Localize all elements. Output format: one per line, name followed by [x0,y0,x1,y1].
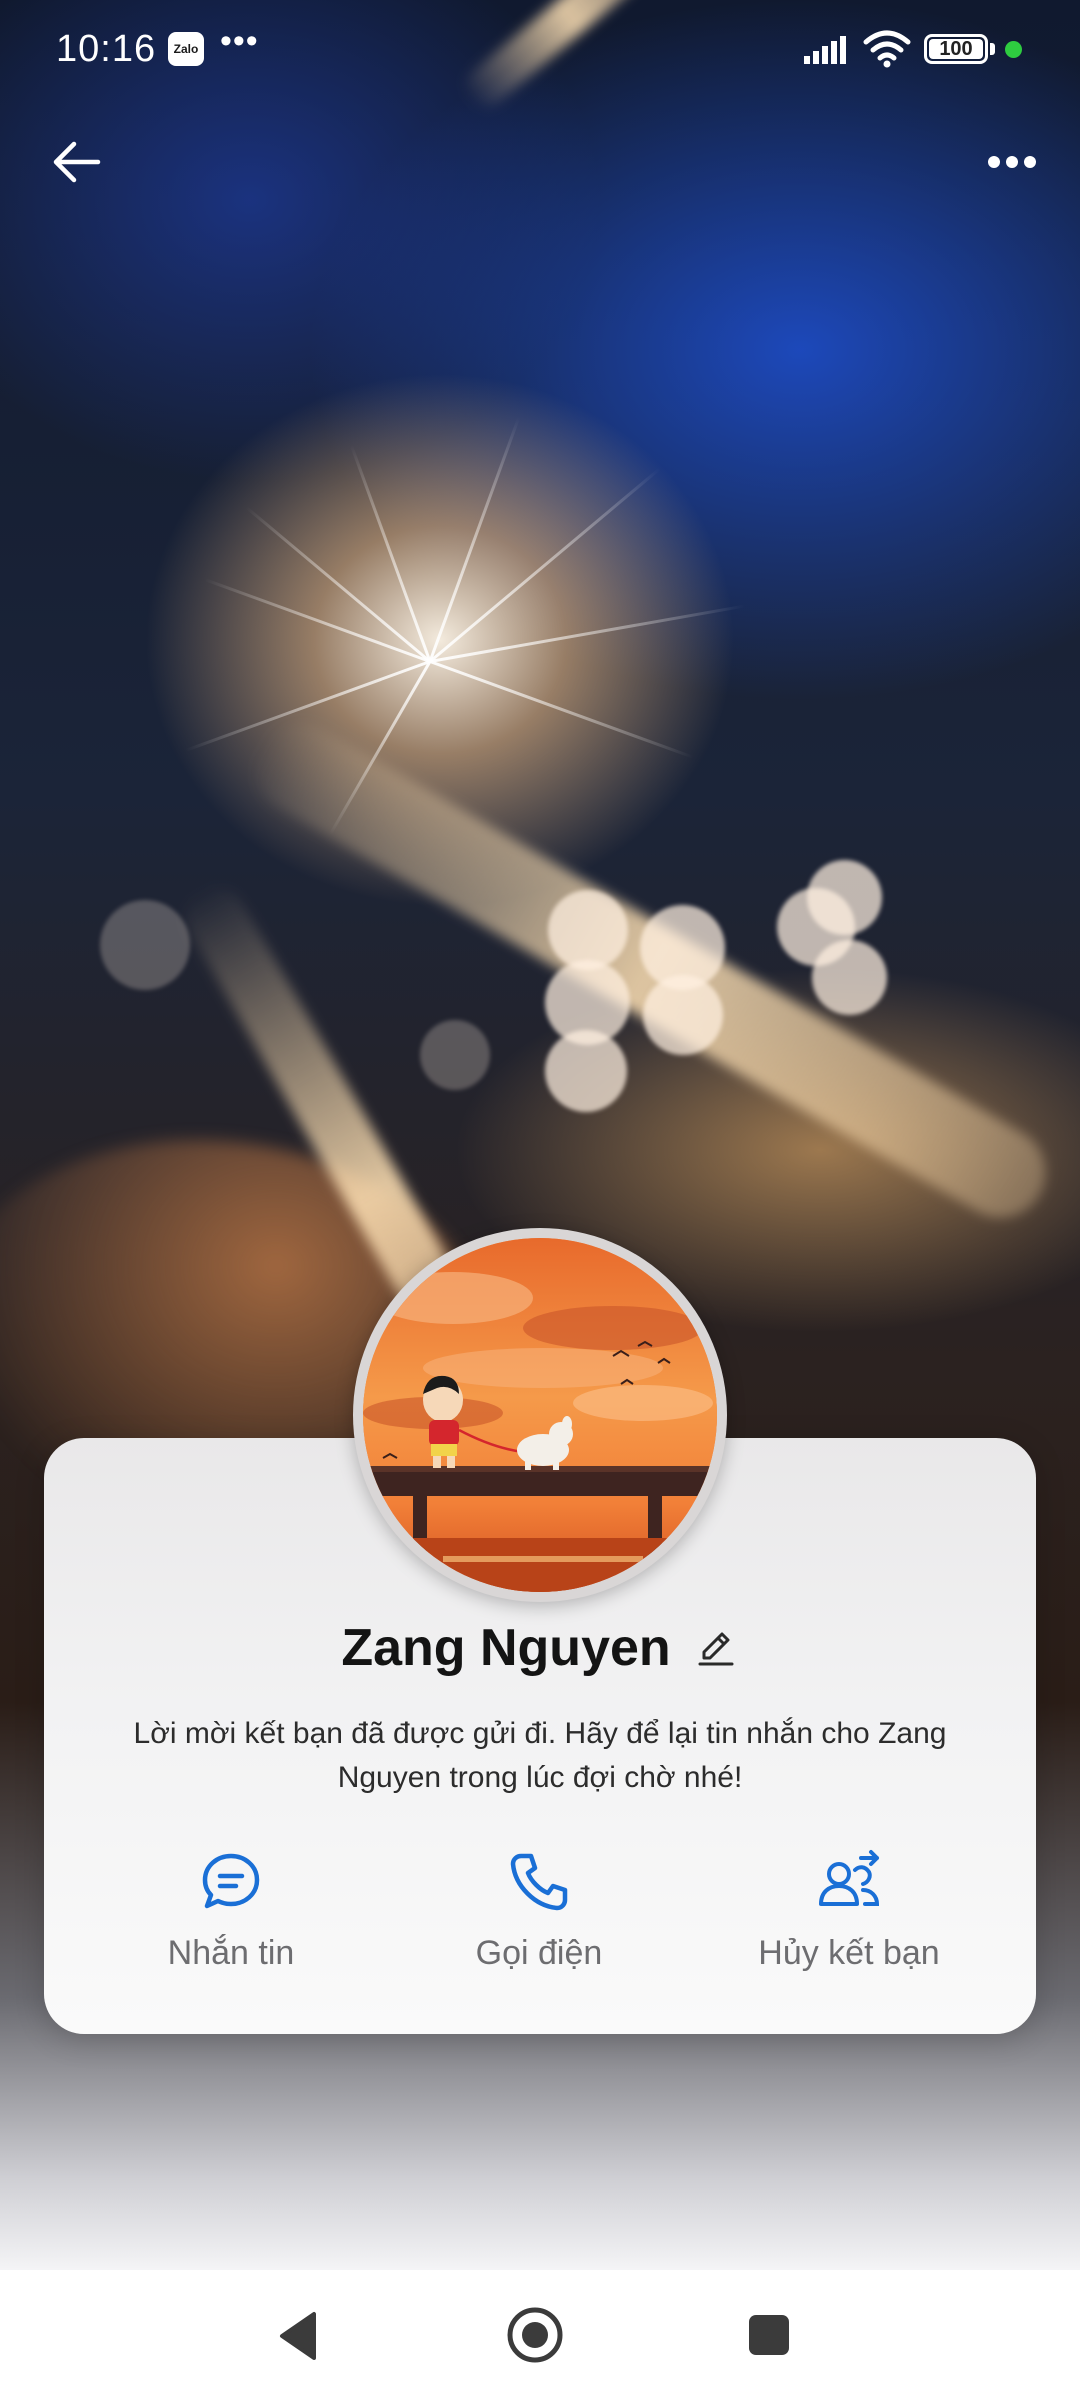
wifi-icon [863,30,911,68]
battery-icon: 100 [924,34,988,64]
profile-name-row: Zang Nguyen [44,1618,1036,1678]
cover-bokeh [548,890,628,970]
friend-request-message: Lời mời kết bạn đã được gửi đi. Hãy để l… [133,1717,947,1794]
more-options-button[interactable] [976,126,1048,198]
message-button[interactable]: Nhắn tin [81,1848,381,1988]
unfriend-button-label: Hủy kết bạn [758,1934,940,1972]
profile-screen: 10:16 Zalo ••• 100 Zang Nguyen Lời mời k… [0,0,1080,2400]
unfriend-button[interactable]: Hủy kết bạn [699,1848,999,1988]
avatar-illustration [363,1238,717,1592]
pencil-icon[interactable] [693,1625,739,1671]
nav-back-icon[interactable] [270,2306,330,2366]
profile-name: Zang Nguyen [341,1619,671,1677]
phone-icon [505,1848,573,1916]
status-more-notifications: ••• [220,22,259,60]
back-button[interactable] [40,126,112,198]
cover-spark [429,660,694,759]
call-button-label: Gọi điện [475,1934,603,1972]
cover-bokeh [812,940,887,1015]
system-navigation-bar [0,2270,1080,2400]
zalo-notification-icon: Zalo [168,32,204,66]
cover-bokeh [643,975,723,1055]
battery-cap [990,43,995,55]
cover-bokeh [420,1020,490,1090]
signal-icon [804,36,846,64]
status-bar: 10:16 Zalo ••• 100 [0,0,1080,100]
cover-spark [429,604,746,663]
battery-level: 100 [939,37,973,60]
avatar-frame[interactable] [353,1228,727,1602]
nav-home-icon[interactable] [504,2304,566,2366]
unfriend-icon [815,1848,883,1916]
more-horizontal-icon [988,156,1036,168]
chat-bubble-icon [197,1848,265,1916]
message-button-label: Nhắn tin [167,1934,295,1972]
call-button[interactable]: Gọi điện [389,1848,689,1988]
cover-spark [203,578,431,663]
cover-bokeh [807,860,882,935]
cover-bokeh [100,900,190,990]
privacy-indicator-dot [1005,41,1022,58]
status-time: 10:16 [56,28,157,70]
cover-bokeh [545,1030,627,1112]
arrow-left-icon [53,141,101,183]
avatar [363,1238,717,1592]
nav-recents-icon[interactable] [746,2312,792,2358]
